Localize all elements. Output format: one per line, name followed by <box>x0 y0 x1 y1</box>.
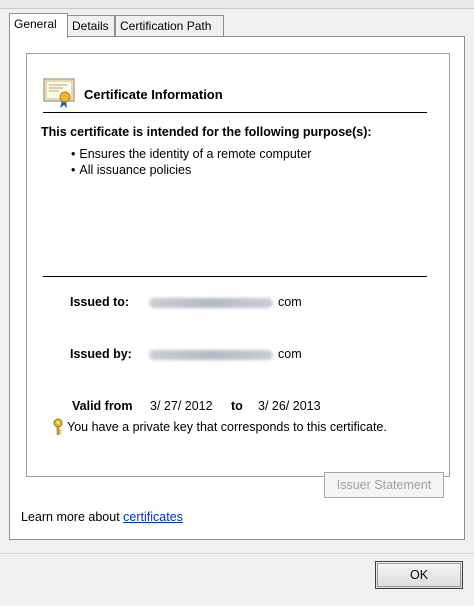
issued-to-value: com <box>278 295 302 309</box>
issuer-statement-button[interactable]: Issuer Statement <box>324 472 444 498</box>
certificate-info-panel: Certificate Information This certificate… <box>26 53 450 477</box>
valid-to-date: 3/ 26/ 2013 <box>258 399 321 413</box>
issued-to-label: Issued to: <box>70 295 130 309</box>
learn-more-prefix: Learn more about <box>21 510 120 524</box>
tab-certification-path[interactable]: Certification Path <box>115 15 224 36</box>
private-key-row: You have a private key that corresponds … <box>51 418 387 436</box>
top-divider <box>43 112 427 113</box>
footer-divider <box>0 553 474 554</box>
certificates-link[interactable]: certificates <box>123 510 183 524</box>
valid-from-label: Valid from <box>72 399 133 413</box>
valid-to-label: to <box>231 399 243 413</box>
issued-by-value: com <box>278 347 302 361</box>
purpose-item: All issuance policies <box>71 162 311 178</box>
tab-general[interactable]: General <box>9 13 68 38</box>
ok-button[interactable]: OK <box>375 561 463 589</box>
key-icon <box>53 418 63 435</box>
general-tab-panel: Certificate Information This certificate… <box>9 36 465 540</box>
issued-by-redacted <box>149 350 273 360</box>
certificate-icon <box>43 78 75 108</box>
tab-details[interactable]: Details <box>67 15 115 36</box>
purpose-item: Ensures the identity of a remote compute… <box>71 146 311 162</box>
valid-from-date: 3/ 27/ 2012 <box>150 399 213 413</box>
issued-to-redacted <box>149 298 273 308</box>
middle-divider <box>43 276 427 277</box>
certificate-title: Certificate Information <box>84 87 223 102</box>
purpose-list: Ensures the identity of a remote compute… <box>71 146 311 178</box>
issued-by-label: Issued by: <box>70 347 132 361</box>
purpose-heading: This certificate is intended for the fol… <box>41 125 372 139</box>
private-key-note: You have a private key that corresponds … <box>67 420 387 434</box>
learn-more-line: Learn more about certificates <box>21 510 183 524</box>
window-top-edge <box>0 0 474 9</box>
